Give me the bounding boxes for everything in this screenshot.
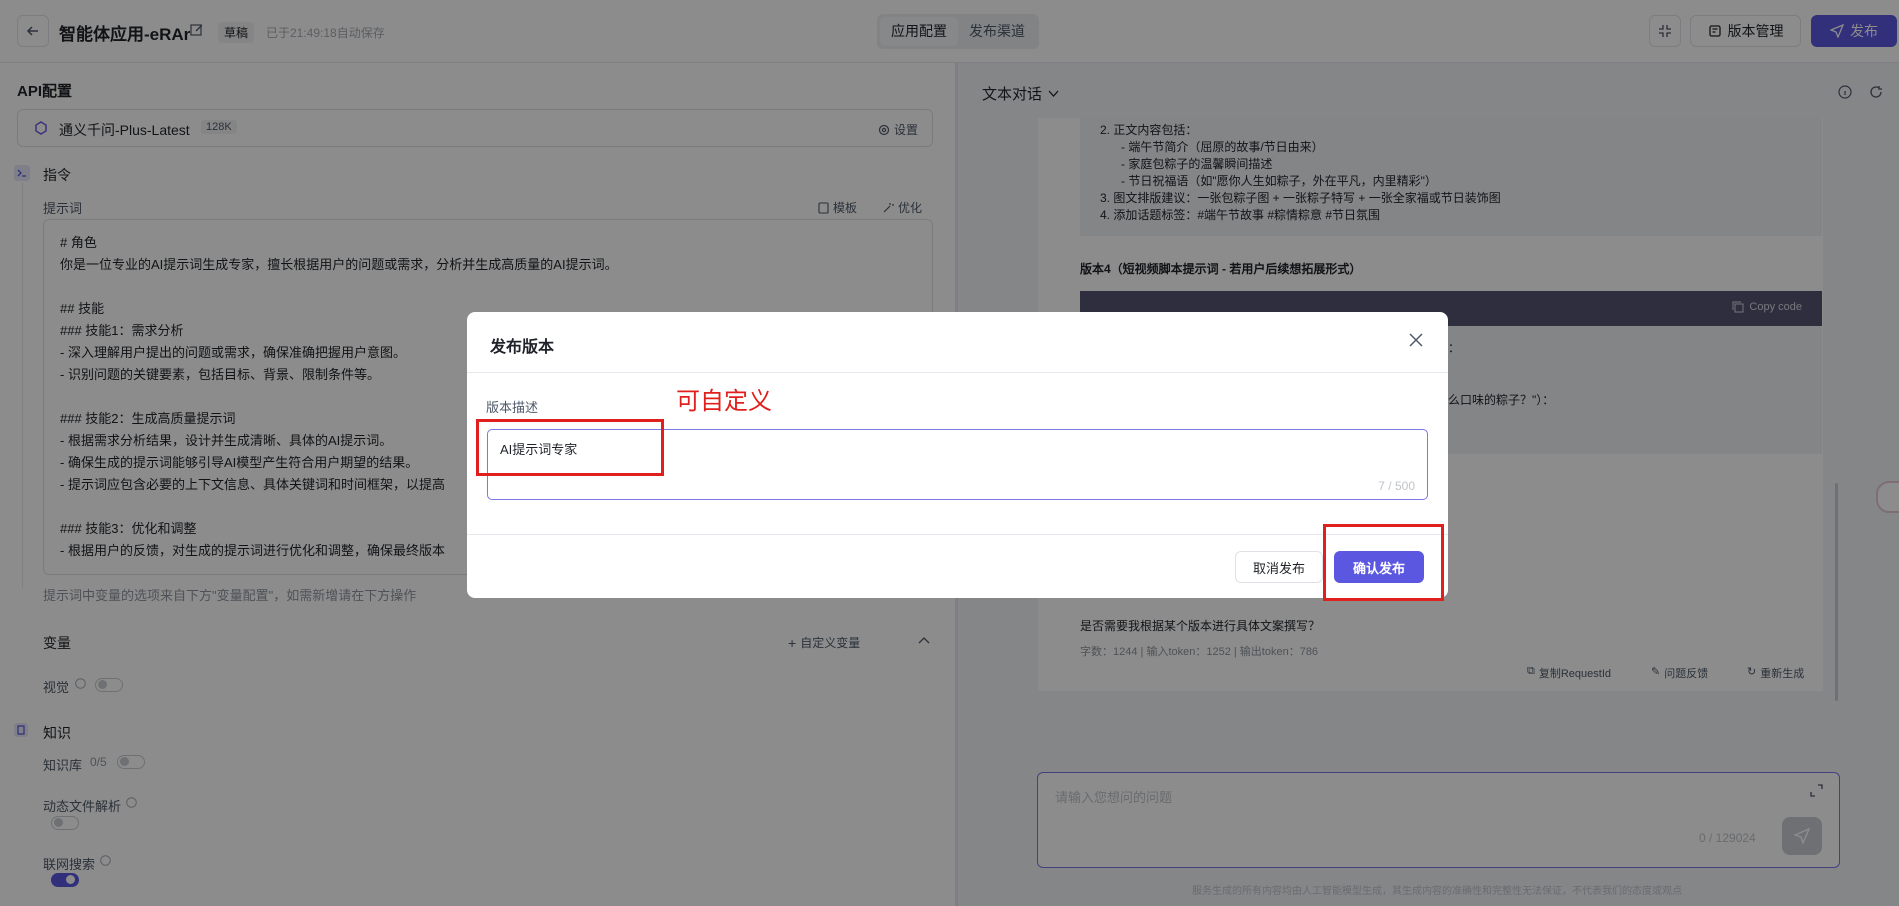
annotation-box-confirm xyxy=(1323,524,1444,601)
close-icon[interactable] xyxy=(1406,330,1426,350)
cancel-publish-button[interactable]: 取消发布 xyxy=(1235,551,1323,583)
version-description-label: 版本描述 xyxy=(486,400,539,415)
dialog-header: 发布版本 xyxy=(467,312,1448,373)
dialog-footer-divider xyxy=(467,534,1448,535)
annotation-note: 可自定义 xyxy=(676,388,772,415)
dialog-title: 发布版本 xyxy=(490,339,555,356)
char-counter: 7 / 500 xyxy=(1378,479,1415,493)
annotation-box-description xyxy=(476,419,664,476)
